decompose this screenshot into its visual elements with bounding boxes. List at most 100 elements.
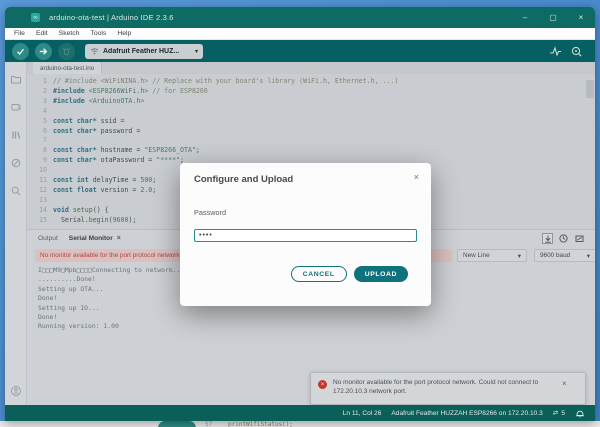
code-line[interactable]: 3 #include <ArduinoOTA.h> [27,97,595,107]
line-number: 6 [43,126,47,135]
menu-file[interactable]: File [14,30,25,37]
line-number: 4 [43,106,47,115]
editor-tab-bar: arduino-ota-test.ino [27,62,595,74]
menu-bar: File Edit Sketch Tools Help [5,28,595,40]
timestamp-toggle[interactable] [558,233,569,244]
board-selector-label: Adafruit Feather HUZ... [103,47,180,55]
chevron-down-icon: ▾ [586,252,590,260]
code-line[interactable]: 6 const char* password = [27,127,595,137]
board-selector[interactable]: Adafruit Feather HUZ... ▾ [85,43,203,59]
tab-output[interactable]: Output [38,235,58,242]
tab-arduino-ota-test[interactable]: arduino-ota-test.ino [33,62,103,74]
cancel-button[interactable]: CANCEL [290,266,347,282]
error-icon: × [318,380,327,389]
serial-plotter-icon[interactable] [549,45,562,58]
sync-indicator[interactable]: ⇄ 5 [552,409,565,418]
dismiss-toast-icon[interactable]: × [562,379,567,404]
code-text: #include <ArduinoOTA.h> [53,96,145,105]
menu-sketch[interactable]: Sketch [59,30,80,37]
code-line[interactable]: 5 const char* ssid = [27,117,595,127]
chevron-down-icon: ▾ [194,48,198,55]
code-text: void setup() { [53,205,109,214]
clear-icon [575,235,584,242]
chevron-down-icon: ▾ [517,252,521,260]
minimize-button[interactable]: – [511,7,539,28]
clear-output-button[interactable] [574,233,585,244]
line-number: 2 [43,86,47,95]
dialog-close-icon[interactable]: × [414,172,419,182]
serial-monitor-icon[interactable] [570,45,583,58]
bell-icon[interactable] [575,409,585,418]
password-value: •••• [199,232,213,239]
line-number: 13 [39,195,47,204]
serial-output-line: Done! [38,312,58,321]
toolbar: Adafruit Feather HUZ... ▾ [5,40,595,62]
check-icon [16,48,25,55]
line-number: 12 [39,185,47,194]
serial-output-line: Running version: 1.00 [38,322,119,331]
notification-toast: × No monitor available for the port prot… [310,372,586,405]
line-number: 14 [39,205,47,214]
code-line[interactable]: 8 const char* hostname = "ESP8266_OTA"; [27,146,595,156]
sketchbook-icon[interactable] [10,73,22,85]
debug-button[interactable] [58,42,75,60]
line-number: 1 [43,77,47,85]
code-line[interactable]: 4 [27,107,595,117]
clock-icon [559,234,568,243]
maximize-button[interactable]: ▢ [539,7,567,28]
code-line[interactable]: 7 [27,136,595,146]
toast-message: No monitor available for the port protoc… [333,379,539,395]
line-number: 8 [43,146,47,155]
line-number: 9 [43,156,47,165]
autoscroll-toggle[interactable] [542,233,553,244]
code-text: const int delayTime = 500; [53,176,157,184]
line-number: 10 [39,166,47,175]
code-text: const char* password = [53,126,145,135]
code-line[interactable]: 2 #include <ESP8266WiFi.h> // for ESP8266 [27,87,595,97]
code-line[interactable]: 1 // #include <WiFiNINA.h> // Replace wit… [27,77,595,87]
arrow-right-icon [39,47,48,55]
line-number: 3 [43,96,47,105]
background-code-text: printWifiStatus(); [228,421,294,427]
close-tab-icon[interactable]: × [117,235,121,242]
boards-manager-icon[interactable] [10,101,22,113]
window-title: arduino-ota-test | Arduino IDE 2.3.6 [49,13,174,22]
library-manager-icon[interactable] [10,129,22,141]
line-number: 7 [43,136,47,145]
password-label: Password [194,208,227,217]
activity-sidebar [5,62,27,405]
upload-button[interactable] [35,42,52,60]
account-icon[interactable] [10,385,22,397]
arduino-ide-window: ∞ arduino-ota-test | Arduino IDE 2.3.6 –… [5,7,595,421]
code-text: Serial.begin(9600); [53,215,137,224]
tab-serial-monitor[interactable]: Serial Monitor × [69,235,121,242]
menu-tools[interactable]: Tools [90,30,106,37]
menu-help[interactable]: Help [117,30,131,37]
line-ending-dropdown[interactable]: New Line ▾ [457,249,527,262]
configure-upload-dialog: Configure and Upload × Password •••• CAN… [180,163,431,306]
background-window-strip: 57 printWifiStatus(); [0,421,600,427]
close-button[interactable]: × [567,7,595,28]
password-input[interactable]: •••• [194,229,417,242]
debug-icon[interactable] [10,157,22,169]
wifi-icon [90,48,99,55]
scroll-down-icon [544,235,551,243]
desktop-background: 57 printWifiStatus(); ∞ arduino-ota-test… [0,0,600,427]
menu-edit[interactable]: Edit [36,30,48,37]
search-icon[interactable] [10,185,22,197]
line-number: 11 [39,176,47,184]
board-port-status[interactable]: Adafruit Feather HUZZAH ESP8266 on 172.2… [391,410,542,417]
background-line-number: 57 [205,421,213,427]
status-bar: Ln 11, Col 26 Adafruit Feather HUZZAH ES… [5,405,595,421]
arduino-app-icon: ∞ [31,13,40,22]
code-text: const char* otaPassword = "****"; [53,156,185,165]
baud-rate-dropdown[interactable]: 9600 baud ▾ [534,249,595,262]
dialog-title: Configure and Upload [194,174,294,185]
line-number: 15 [39,215,47,224]
title-bar[interactable]: ∞ arduino-ota-test | Arduino IDE 2.3.6 –… [5,7,595,28]
bug-icon [62,47,71,55]
sync-icon: ⇄ [552,410,559,417]
verify-button[interactable] [12,42,29,60]
upload-button[interactable]: UPLOAD [353,266,408,282]
cursor-position[interactable]: Ln 11, Col 26 [343,410,382,417]
